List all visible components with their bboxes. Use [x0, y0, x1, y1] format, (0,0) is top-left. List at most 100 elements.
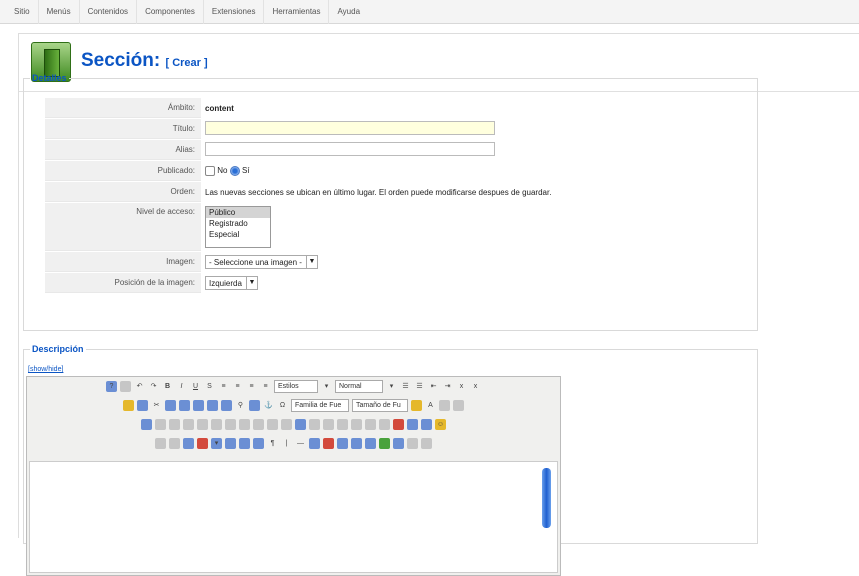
page-break-icon[interactable]	[365, 438, 376, 449]
copy-icon[interactable]	[165, 400, 176, 411]
readmore-icon[interactable]	[421, 438, 432, 449]
select-all-icon[interactable]	[221, 400, 232, 411]
absolute-icon[interactable]	[337, 419, 348, 430]
insert-col-before-icon[interactable]	[225, 419, 236, 430]
split-cells-icon[interactable]	[267, 419, 278, 430]
ltr-icon[interactable]	[439, 400, 450, 411]
paragraph-mark-icon[interactable]: ¶	[267, 438, 278, 449]
abbr-icon[interactable]	[379, 419, 390, 430]
flash-icon[interactable]	[197, 438, 208, 449]
non-breaking-icon[interactable]	[351, 438, 362, 449]
insert-time-icon[interactable]	[155, 438, 166, 449]
bold-icon[interactable]: B	[162, 381, 173, 392]
search-replace-icon[interactable]: ⚲	[235, 400, 246, 411]
cut-icon[interactable]: ✂	[151, 400, 162, 411]
styles-dropdown-icon[interactable]: ▾	[321, 381, 332, 392]
image-select[interactable]: - Seleccione una imagen - ▼	[205, 255, 318, 269]
superscript-icon[interactable]: x	[470, 381, 481, 392]
blockquote-icon[interactable]	[393, 438, 404, 449]
paste-text-icon[interactable]	[193, 400, 204, 411]
move-forward-icon[interactable]	[309, 419, 320, 430]
access-option-registrado[interactable]: Registrado	[206, 218, 270, 229]
menu-menus[interactable]: Menús	[39, 0, 80, 24]
show-hide-link[interactable]: [show/hide]	[28, 366, 63, 373]
unlink-icon[interactable]	[407, 438, 418, 449]
align-center-icon[interactable]: ≡	[232, 381, 243, 392]
table-icon[interactable]	[141, 419, 152, 430]
style-props-icon[interactable]	[351, 419, 362, 430]
insert-row-before-icon[interactable]	[183, 419, 194, 430]
image-position-select[interactable]: Izquierda ▼	[205, 276, 258, 290]
access-listbox[interactable]: Público Registrado Especial	[205, 206, 271, 248]
menu-ayuda[interactable]: Ayuda	[329, 0, 368, 24]
menu-extensiones[interactable]: Extensiones	[204, 0, 265, 24]
text-color-icon[interactable]: A	[425, 400, 436, 411]
fullscreen-icon[interactable]	[309, 438, 320, 449]
align-right-icon[interactable]: ≡	[246, 381, 257, 392]
title-input[interactable]	[205, 121, 495, 135]
published-no-radio[interactable]	[205, 166, 215, 176]
undo-icon[interactable]: ↶	[134, 381, 145, 392]
preview-icon[interactable]	[253, 438, 264, 449]
access-option-publico[interactable]: Público	[206, 207, 270, 218]
delete-row-icon[interactable]	[211, 419, 222, 430]
italic-icon[interactable]: I	[176, 381, 187, 392]
cite-icon[interactable]	[365, 419, 376, 430]
styles-select[interactable]: Estilos	[274, 380, 318, 393]
horizontal-rule-icon[interactable]: —	[295, 438, 306, 449]
print-icon[interactable]	[239, 438, 250, 449]
menu-componentes[interactable]: Componentes	[137, 0, 204, 24]
move-backward-icon[interactable]	[323, 419, 334, 430]
align-justify-icon[interactable]: ≡	[260, 381, 271, 392]
attributes-icon[interactable]	[421, 419, 432, 430]
format-dropdown-icon[interactable]: ▾	[386, 381, 397, 392]
cleanup-icon[interactable]	[123, 400, 134, 411]
menu-herramientas[interactable]: Herramientas	[264, 0, 330, 24]
strikethrough-icon[interactable]: S	[204, 381, 215, 392]
insert-text-icon[interactable]	[407, 419, 418, 430]
editor-scrollbar[interactable]	[542, 468, 551, 528]
menu-contenidos[interactable]: Contenidos	[80, 0, 138, 24]
underline-icon[interactable]: U	[190, 381, 201, 392]
rtl-icon[interactable]	[453, 400, 464, 411]
menu-sitio[interactable]: Sitio	[6, 0, 39, 24]
published-yes-radio[interactable]	[229, 166, 240, 176]
paste-word-icon[interactable]	[207, 400, 218, 411]
anchor-icon[interactable]: ⚓	[263, 400, 274, 411]
code-icon[interactable]	[337, 438, 348, 449]
font-family-select[interactable]: Familia de Fue	[291, 399, 349, 412]
insert-date-icon[interactable]	[169, 438, 180, 449]
insert-layer-icon[interactable]	[295, 419, 306, 430]
editor-text-area[interactable]	[29, 461, 558, 573]
insert-col-after-icon[interactable]	[239, 419, 250, 430]
new-document-icon[interactable]	[120, 381, 131, 392]
indent-icon[interactable]: ⇥	[442, 381, 453, 392]
xhtml-icon[interactable]	[379, 438, 390, 449]
emoticon-icon[interactable]: ☺	[435, 419, 446, 430]
template-icon[interactable]: ▾	[211, 438, 222, 449]
delete-text-icon[interactable]	[393, 419, 404, 430]
align-left-icon[interactable]: ≡	[218, 381, 229, 392]
access-option-especial[interactable]: Especial	[206, 229, 270, 240]
merge-cells-icon[interactable]	[281, 419, 292, 430]
youtube-icon[interactable]	[323, 438, 334, 449]
image-icon[interactable]	[225, 438, 236, 449]
row-props-icon[interactable]	[155, 419, 166, 430]
media-icon[interactable]	[183, 438, 194, 449]
delete-col-icon[interactable]	[253, 419, 264, 430]
highlight-color-icon[interactable]	[411, 400, 422, 411]
cell-props-icon[interactable]	[169, 419, 180, 430]
find-icon[interactable]	[137, 400, 148, 411]
font-size-select[interactable]: Tamaño de Fu	[352, 399, 408, 412]
outdent-icon[interactable]: ⇤	[428, 381, 439, 392]
help-icon[interactable]: ?	[106, 381, 117, 392]
insert-row-after-icon[interactable]	[197, 419, 208, 430]
visual-aid-icon[interactable]: |	[281, 438, 292, 449]
paste-icon[interactable]	[179, 400, 190, 411]
format-select[interactable]: Normal	[335, 380, 383, 393]
link-icon[interactable]	[249, 400, 260, 411]
subscript-icon[interactable]: x	[456, 381, 467, 392]
special-char-icon[interactable]: Ω	[277, 400, 288, 411]
bullet-list-icon[interactable]: ☰	[400, 381, 411, 392]
redo-icon[interactable]: ↷	[148, 381, 159, 392]
